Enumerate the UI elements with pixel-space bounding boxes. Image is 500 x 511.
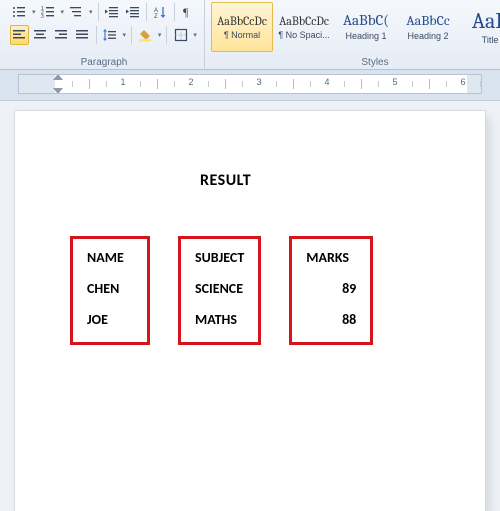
columns-container: NAME CHEN JOE SUBJECT SCIENCE MATHS MARKS 89 88 — [70, 236, 445, 345]
ribbon: ▾ 123 ▾ ▾ AZ ¶ ▾ — [0, 0, 500, 70]
group-styles: AaBbCcDc¶ NormalAaBbCcDc¶ No Spaci...AaB… — [205, 0, 500, 69]
show-marks-button[interactable]: ¶ — [179, 2, 198, 22]
shading-button[interactable] — [136, 25, 155, 45]
ruler-area: 1 2 3 4 5 6 — [0, 70, 500, 101]
style-preview: AaBbCcDc — [217, 15, 267, 27]
cell: 89 — [306, 280, 356, 297]
line-spacing-dropdown[interactable]: ▾ — [121, 26, 127, 44]
document-title: RESULT — [200, 171, 445, 190]
column-name: NAME CHEN JOE — [70, 236, 150, 345]
styles-gallery[interactable]: AaBbCcDc¶ NormalAaBbCcDc¶ No Spaci...AaB… — [211, 2, 500, 52]
borders-dropdown[interactable]: ▾ — [192, 26, 198, 44]
style-name-label: ¶ Normal — [224, 30, 260, 40]
first-line-indent-marker[interactable] — [53, 74, 63, 80]
group-label-styles: Styles — [211, 56, 500, 68]
decrease-indent-button[interactable] — [102, 2, 121, 22]
ruler-number: 2 — [188, 77, 193, 87]
style-preview: AaBbCcDc — [279, 15, 329, 27]
line-spacing-button[interactable] — [101, 25, 120, 45]
style-item--normal[interactable]: AaBbCcDc ¶ Normal — [211, 2, 273, 52]
style-preview: AaB — [472, 10, 500, 32]
cell: SCIENCE — [195, 280, 244, 297]
svg-text:¶: ¶ — [183, 5, 189, 19]
numbering-dropdown[interactable]: ▾ — [59, 3, 65, 21]
column-header: MARKS — [306, 249, 356, 266]
bullets-button[interactable] — [10, 2, 29, 22]
column-header: SUBJECT — [195, 249, 244, 266]
numbering-button[interactable]: 123 — [39, 2, 58, 22]
style-item-heading-2[interactable]: AaBbCc Heading 2 — [397, 2, 459, 52]
page[interactable]: RESULT NAME CHEN JOE SUBJECT SCIENCE MATHS MAR… — [15, 111, 485, 511]
separator — [131, 26, 132, 44]
align-right-button[interactable] — [52, 25, 71, 45]
group-paragraph: ▾ 123 ▾ ▾ AZ ¶ ▾ — [4, 0, 205, 69]
svg-text:Z: Z — [154, 14, 158, 19]
ruler-number: 4 — [324, 77, 329, 87]
cell: MATHS — [195, 311, 244, 328]
style-item--no-spaci-[interactable]: AaBbCcDc ¶ No Spaci... — [273, 2, 335, 52]
multilevel-list-button[interactable] — [67, 2, 86, 22]
svg-text:3: 3 — [41, 14, 44, 19]
cell: 88 — [306, 311, 356, 328]
column-marks: MARKS 89 88 — [289, 236, 373, 345]
ruler-number: 3 — [256, 77, 261, 87]
align-center-button[interactable] — [31, 25, 50, 45]
separator — [98, 3, 99, 21]
column-header: NAME — [87, 249, 133, 266]
ruler-number: 5 — [392, 77, 397, 87]
multilevel-dropdown[interactable]: ▾ — [88, 3, 94, 21]
separator — [96, 26, 97, 44]
ruler-number: 1 — [120, 77, 125, 87]
align-left-button[interactable] — [10, 25, 29, 45]
separator — [146, 3, 147, 21]
ruler-right-margin — [467, 75, 481, 93]
separator — [174, 3, 175, 21]
separator — [166, 26, 167, 44]
style-name-label: Heading 1 — [345, 31, 386, 41]
ruler-left-margin — [19, 75, 55, 93]
style-item-title[interactable]: AaB Title — [459, 2, 500, 52]
justify-button[interactable] — [73, 25, 92, 45]
column-subject: SUBJECT SCIENCE MATHS — [178, 236, 261, 345]
style-name-label: Heading 2 — [407, 31, 448, 41]
cell: CHEN — [87, 280, 133, 297]
style-preview: AaBbCc — [406, 14, 450, 28]
sort-button[interactable]: AZ — [151, 2, 170, 22]
hanging-indent-marker[interactable] — [53, 88, 63, 94]
horizontal-ruler[interactable]: 1 2 3 4 5 6 — [18, 74, 482, 94]
document-workspace: RESULT NAME CHEN JOE SUBJECT SCIENCE MATHS MAR… — [0, 101, 500, 511]
group-label-paragraph: Paragraph — [10, 56, 198, 68]
cell: JOE — [87, 311, 133, 328]
style-name-label: Title — [482, 35, 499, 45]
shading-dropdown[interactable]: ▾ — [157, 26, 163, 44]
style-item-heading-1[interactable]: AaBbC( Heading 1 — [335, 2, 397, 52]
bullets-dropdown[interactable]: ▾ — [31, 3, 37, 21]
increase-indent-button[interactable] — [123, 2, 142, 22]
borders-button[interactable] — [171, 25, 190, 45]
style-name-label: ¶ No Spaci... — [278, 30, 329, 40]
ruler-number: 6 — [460, 77, 465, 87]
style-preview: AaBbC( — [343, 13, 389, 28]
